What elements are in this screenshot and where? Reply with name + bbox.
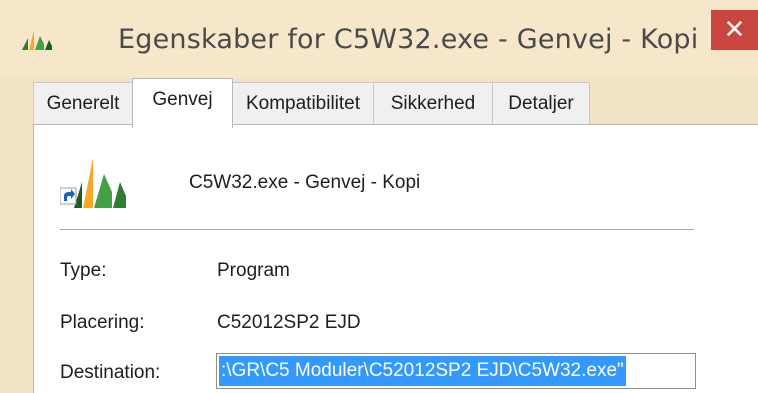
type-label: Type:: [60, 260, 107, 281]
tab-sikkerhed[interactable]: Sikkerhed: [373, 82, 493, 124]
destination-field[interactable]: :\GR\C5 Moduler\C52012SP2 EJD\C5W32.exe": [216, 353, 696, 389]
close-button[interactable]: ✕: [711, 10, 758, 50]
window-title: Egenskaber for C5W32.exe - Genvej - Kopi: [118, 24, 699, 55]
app-icon: [22, 30, 52, 50]
shortcut-app-icon: [60, 158, 126, 208]
shortcut-name: C5W32.exe - Genvej - Kopi: [189, 172, 421, 193]
tab-label: Kompatibilitet: [245, 93, 361, 114]
title-bar[interactable]: Egenskaber for C5W32.exe - Genvej - Kopi…: [0, 0, 758, 78]
location-label: Placering:: [60, 312, 145, 333]
tab-label: Genvej: [152, 89, 213, 110]
destination-value: :\GR\C5 Moduler\C52012SP2 EJD\C5W32.exe": [219, 356, 626, 386]
close-icon: ✕: [723, 15, 746, 45]
destination-label: Destination:: [60, 362, 161, 383]
tab-kompatibilitet[interactable]: Kompatibilitet: [232, 82, 374, 124]
tab-genvej[interactable]: Genvej: [132, 78, 233, 128]
type-value: Program: [217, 260, 290, 281]
tab-label: Generelt: [46, 93, 120, 114]
tab-label: Sikkerhed: [390, 93, 476, 114]
separator: [60, 229, 694, 230]
tab-generelt[interactable]: Generelt: [33, 82, 133, 124]
tab-detaljer[interactable]: Detaljer: [492, 82, 590, 124]
tab-label: Detaljer: [508, 93, 574, 114]
location-value: C52012SP2 EJD: [217, 312, 361, 333]
